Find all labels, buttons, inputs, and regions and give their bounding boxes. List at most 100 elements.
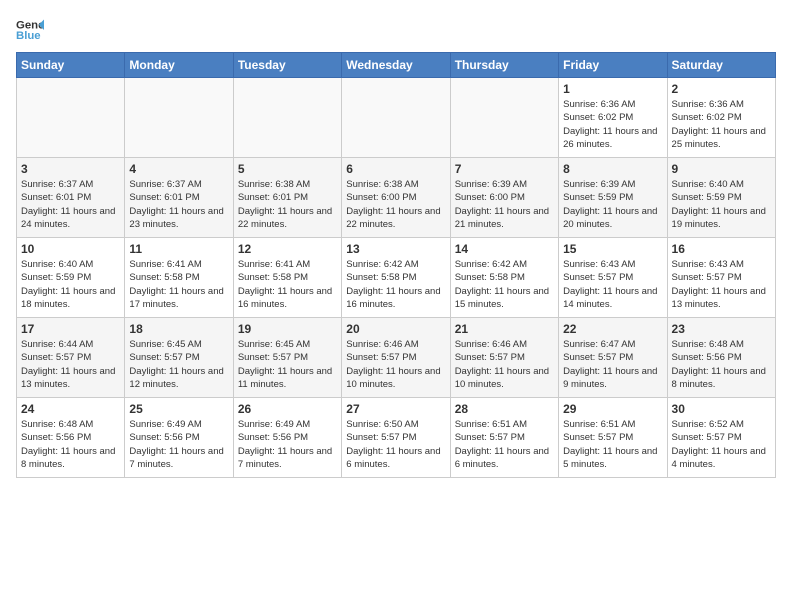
day-number: 2 xyxy=(672,82,771,96)
day-info: Sunrise: 6:40 AM Sunset: 5:59 PM Dayligh… xyxy=(672,178,771,231)
day-info: Sunrise: 6:38 AM Sunset: 6:00 PM Dayligh… xyxy=(346,178,445,231)
calendar-cell: 3Sunrise: 6:37 AM Sunset: 6:01 PM Daylig… xyxy=(17,158,125,238)
day-info: Sunrise: 6:41 AM Sunset: 5:58 PM Dayligh… xyxy=(129,258,228,311)
day-number: 28 xyxy=(455,402,554,416)
day-number: 12 xyxy=(238,242,337,256)
svg-text:Blue: Blue xyxy=(16,30,41,42)
day-number: 6 xyxy=(346,162,445,176)
calendar-cell: 8 Sunrise: 6:39 AM Sunset: 5:59 PM Daylig… xyxy=(559,158,667,238)
day-number: 29 xyxy=(563,402,662,416)
day-number: 26 xyxy=(238,402,337,416)
day-number: 20 xyxy=(346,322,445,336)
day-info: Sunrise: 6:48 AM Sunset: 5:56 PM Dayligh… xyxy=(21,418,120,471)
day-info: Sunrise: 6:51 AM Sunset: 5:57 PM Dayligh… xyxy=(563,418,662,471)
day-number: 25 xyxy=(129,402,228,416)
calendar-cell: 27Sunrise: 6:50 AM Sunset: 5:57 PM Dayli… xyxy=(342,398,450,478)
day-number: 15 xyxy=(563,242,662,256)
calendar-cell: 9 Sunrise: 6:40 AM Sunset: 5:59 PM Daylig… xyxy=(667,158,775,238)
day-number: 9 xyxy=(672,162,771,176)
day-number: 8 xyxy=(563,162,662,176)
day-info: Sunrise: 6:42 AM Sunset: 5:58 PM Dayligh… xyxy=(346,258,445,311)
day-info: Sunrise: 6:42 AM Sunset: 5:58 PM Dayligh… xyxy=(455,258,554,311)
day-number: 17 xyxy=(21,322,120,336)
calendar-week-row: 17 Sunrise: 6:44 AM Sunset: 5:57 PM Dayli… xyxy=(17,318,776,398)
calendar-cell: 29 Sunrise: 6:51 AM Sunset: 5:57 PM Dayli… xyxy=(559,398,667,478)
calendar-cell: 28 Sunrise: 6:51 AM Sunset: 5:57 PM Dayli… xyxy=(450,398,558,478)
day-info: Sunrise: 6:45 AM Sunset: 5:57 PM Dayligh… xyxy=(129,338,228,391)
day-info: Sunrise: 6:41 AM Sunset: 5:58 PM Dayligh… xyxy=(238,258,337,311)
calendar-cell: 11Sunrise: 6:41 AM Sunset: 5:58 PM Dayli… xyxy=(125,238,233,318)
calendar-cell xyxy=(450,78,558,158)
calendar-cell: 6 Sunrise: 6:38 AM Sunset: 6:00 PM Daylig… xyxy=(342,158,450,238)
calendar-cell: 26 Sunrise: 6:49 AM Sunset: 5:56 PM Dayli… xyxy=(233,398,341,478)
calendar-cell: 14 Sunrise: 6:42 AM Sunset: 5:58 PM Dayli… xyxy=(450,238,558,318)
calendar-cell: 30 Sunrise: 6:52 AM Sunset: 5:57 PM Dayli… xyxy=(667,398,775,478)
day-number: 30 xyxy=(672,402,771,416)
day-info: Sunrise: 6:46 AM Sunset: 5:57 PM Dayligh… xyxy=(455,338,554,391)
calendar-cell: 23 Sunrise: 6:48 AM Sunset: 5:56 PM Dayli… xyxy=(667,318,775,398)
calendar-cell: 24 Sunrise: 6:48 AM Sunset: 5:56 PM Dayli… xyxy=(17,398,125,478)
day-header-tuesday: Tuesday xyxy=(233,53,341,78)
calendar-cell: 16 Sunrise: 6:43 AM Sunset: 5:57 PM Dayli… xyxy=(667,238,775,318)
day-info: Sunrise: 6:52 AM Sunset: 5:57 PM Dayligh… xyxy=(672,418,771,471)
day-info: Sunrise: 6:40 AM Sunset: 5:59 PM Dayligh… xyxy=(21,258,120,311)
day-header-thursday: Thursday xyxy=(450,53,558,78)
logo-icon: General Blue xyxy=(16,16,44,44)
day-info: Sunrise: 6:47 AM Sunset: 5:57 PM Dayligh… xyxy=(563,338,662,391)
calendar-cell: 15 Sunrise: 6:43 AM Sunset: 5:57 PM Dayli… xyxy=(559,238,667,318)
day-info: Sunrise: 6:51 AM Sunset: 5:57 PM Dayligh… xyxy=(455,418,554,471)
calendar-week-row: 1 Sunrise: 6:36 AM Sunset: 6:02 PM Daylig… xyxy=(17,78,776,158)
calendar-cell xyxy=(125,78,233,158)
calendar-cell: 7Sunrise: 6:39 AM Sunset: 6:00 PM Daylig… xyxy=(450,158,558,238)
day-number: 13 xyxy=(346,242,445,256)
day-header-sunday: Sunday xyxy=(17,53,125,78)
calendar-cell: 19 Sunrise: 6:45 AM Sunset: 5:57 PM Dayli… xyxy=(233,318,341,398)
calendar-cell: 25 Sunrise: 6:49 AM Sunset: 5:56 PM Dayli… xyxy=(125,398,233,478)
calendar-week-row: 3 Sunrise: 6:37 AM Sunset: 6:01 PM Daylig… xyxy=(17,158,776,238)
day-info: Sunrise: 6:38 AM Sunset: 6:01 PM Dayligh… xyxy=(238,178,337,231)
day-number: 7 xyxy=(455,162,554,176)
day-number: 3 xyxy=(21,162,120,176)
day-info: Sunrise: 6:49 AM Sunset: 5:56 PM Dayligh… xyxy=(238,418,337,471)
day-info: Sunrise: 6:50 AM Sunset: 5:57 PM Dayligh… xyxy=(346,418,445,471)
day-info: Sunrise: 6:44 AM Sunset: 5:57 PM Dayligh… xyxy=(21,338,120,391)
day-number: 5 xyxy=(238,162,337,176)
day-number: 23 xyxy=(672,322,771,336)
day-info: Sunrise: 6:36 AM Sunset: 6:02 PM Dayligh… xyxy=(563,98,662,151)
day-info: Sunrise: 6:45 AM Sunset: 5:57 PM Dayligh… xyxy=(238,338,337,391)
calendar-cell: 1 Sunrise: 6:36 AM Sunset: 6:02 PM Daylig… xyxy=(559,78,667,158)
day-number: 4 xyxy=(129,162,228,176)
header: General Blue xyxy=(16,16,776,44)
day-info: Sunrise: 6:43 AM Sunset: 5:57 PM Dayligh… xyxy=(563,258,662,311)
day-info: Sunrise: 6:43 AM Sunset: 5:57 PM Dayligh… xyxy=(672,258,771,311)
calendar-header-row: SundayMondayTuesdayWednesdayThursdayFrid… xyxy=(17,53,776,78)
day-number: 22 xyxy=(563,322,662,336)
calendar-cell: 20 Sunrise: 6:46 AM Sunset: 5:57 PM Dayli… xyxy=(342,318,450,398)
day-number: 1 xyxy=(563,82,662,96)
day-info: Sunrise: 6:46 AM Sunset: 5:57 PM Dayligh… xyxy=(346,338,445,391)
day-info: Sunrise: 6:48 AM Sunset: 5:56 PM Dayligh… xyxy=(672,338,771,391)
day-number: 24 xyxy=(21,402,120,416)
day-header-friday: Friday xyxy=(559,53,667,78)
calendar-cell: 13 Sunrise: 6:42 AM Sunset: 5:58 PM Dayli… xyxy=(342,238,450,318)
day-number: 16 xyxy=(672,242,771,256)
logo: General Blue xyxy=(16,16,44,44)
calendar-cell: 4 Sunrise: 6:37 AM Sunset: 6:01 PM Daylig… xyxy=(125,158,233,238)
day-header-wednesday: Wednesday xyxy=(342,53,450,78)
calendar-cell xyxy=(342,78,450,158)
calendar-cell: 10 Sunrise: 6:40 AM Sunset: 5:59 PM Dayli… xyxy=(17,238,125,318)
day-number: 10 xyxy=(21,242,120,256)
calendar-cell xyxy=(233,78,341,158)
day-number: 14 xyxy=(455,242,554,256)
day-info: Sunrise: 6:39 AM Sunset: 5:59 PM Dayligh… xyxy=(563,178,662,231)
day-number: 19 xyxy=(238,322,337,336)
day-info: Sunrise: 6:49 AM Sunset: 5:56 PM Dayligh… xyxy=(129,418,228,471)
calendar-week-row: 10 Sunrise: 6:40 AM Sunset: 5:59 PM Dayli… xyxy=(17,238,776,318)
day-info: Sunrise: 6:37 AM Sunset: 6:01 PM Dayligh… xyxy=(129,178,228,231)
day-number: 18 xyxy=(129,322,228,336)
calendar-table: SundayMondayTuesdayWednesdayThursdayFrid… xyxy=(16,52,776,478)
calendar-week-row: 24 Sunrise: 6:48 AM Sunset: 5:56 PM Dayli… xyxy=(17,398,776,478)
day-info: Sunrise: 6:36 AM Sunset: 6:02 PM Dayligh… xyxy=(672,98,771,151)
calendar-cell: 18 Sunrise: 6:45 AM Sunset: 5:57 PM Dayli… xyxy=(125,318,233,398)
calendar-cell: 12 Sunrise: 6:41 AM Sunset: 5:58 PM Dayli… xyxy=(233,238,341,318)
